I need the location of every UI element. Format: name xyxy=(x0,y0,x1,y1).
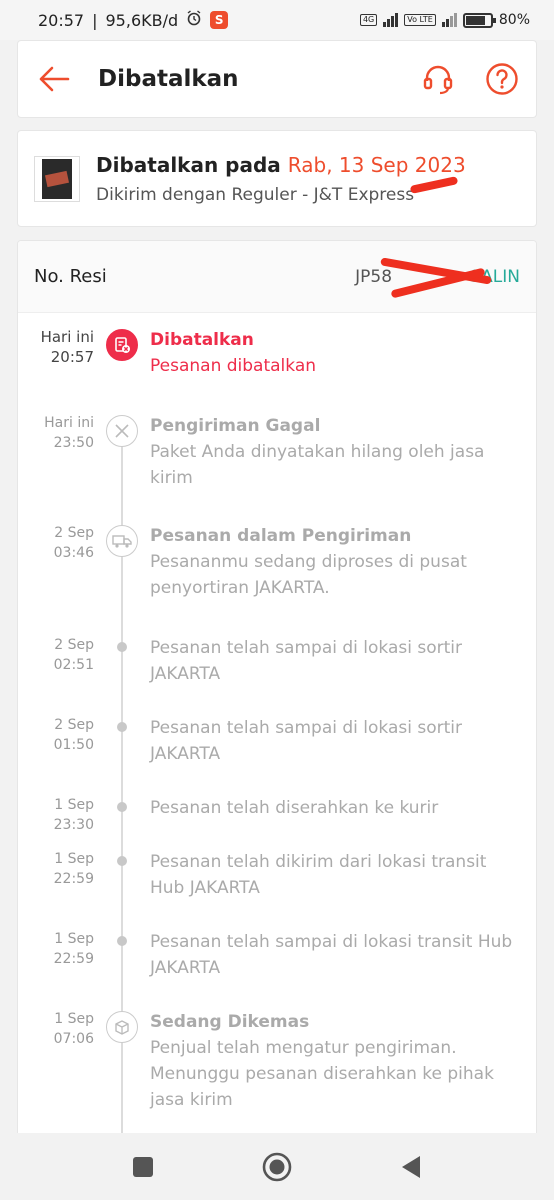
cancel-prefix: Dibatalkan pada xyxy=(96,152,281,177)
event-time: 22:59 xyxy=(53,951,94,967)
resi-number: JP58 xyxy=(355,266,393,287)
back-nav-button[interactable] xyxy=(393,1149,429,1185)
event-day: 1 Sep xyxy=(54,1011,94,1027)
status-bar: 20:57 | 95,6KB/d S 4G Vo LTE 80% xyxy=(0,0,554,40)
tracking-card: No. Resi JP58 SALIN Hari ini 20:57 Dibata… xyxy=(17,240,537,1140)
battery-icon xyxy=(462,12,496,28)
event-day: 2 Sep xyxy=(54,525,94,541)
chat-support-button[interactable] xyxy=(420,61,456,97)
event-day: Hari ini xyxy=(44,415,94,431)
home-button[interactable] xyxy=(259,1149,295,1185)
timeline-dot xyxy=(117,802,127,812)
shopee-notification-icon: S xyxy=(210,11,229,29)
timeline-dot xyxy=(117,722,127,732)
cancel-date: Rab, 13 Sep 2023 xyxy=(287,152,466,177)
system-nav-bar xyxy=(0,1133,554,1200)
event-time: 20:57 xyxy=(50,348,94,366)
event-time: 23:50 xyxy=(53,435,94,451)
status-divider: | xyxy=(92,10,98,30)
status-net-speed: 95,6KB/d xyxy=(105,10,179,30)
event-day: 1 Sep xyxy=(54,797,94,813)
package-icon xyxy=(106,1011,138,1043)
event-time: 07:06 xyxy=(53,1031,94,1047)
triangle-back-icon xyxy=(402,1155,420,1178)
signal-2-icon xyxy=(441,13,457,27)
app-header: Dibatalkan xyxy=(17,40,537,118)
event-day: Hari ini xyxy=(40,328,94,346)
event-title: Pengiriman Gagal xyxy=(150,416,321,436)
battery-percent: 80% xyxy=(498,12,530,28)
alarm-icon xyxy=(186,10,202,30)
event-time: 22:59 xyxy=(53,871,94,887)
event-title: Dibatalkan xyxy=(150,330,254,350)
timeline-dot xyxy=(117,642,127,652)
event-time: 02:51 xyxy=(53,657,94,673)
event-day: 1 Sep xyxy=(54,931,94,947)
event-time: 03:46 xyxy=(53,545,94,561)
timeline-dot xyxy=(117,936,127,946)
event-desc: Pesanan telah sampai di lokasi sortir JA… xyxy=(150,638,462,684)
event-desc: Pesanan telah sampai di lokasi sortir JA… xyxy=(150,718,462,764)
event-desc: Pesanan telah dikirim dari lokasi transi… xyxy=(150,852,487,898)
event-day: 2 Sep xyxy=(54,637,94,653)
resi-row: No. Resi JP58 SALIN xyxy=(18,241,536,313)
cancel-info: Dibatalkan pada Rab, 13 Sep 2023 xyxy=(96,153,466,177)
cancel-doc-icon xyxy=(106,329,138,361)
event-desc: Pesanan telah sampai di lokasi transit H… xyxy=(150,932,513,978)
signal-icon xyxy=(383,13,399,27)
timeline-dot xyxy=(117,856,127,866)
event-desc: Pesananmu sedang diproses di pusat penyo… xyxy=(150,552,467,598)
arrow-left-icon xyxy=(39,66,70,92)
x-circle-icon xyxy=(106,415,138,447)
event-title: Sedang Dikemas xyxy=(150,1012,310,1032)
order-summary-card[interactable]: Dibatalkan pada Rab, 13 Sep 2023 Dikirim… xyxy=(17,130,537,227)
page-title: Dibatalkan xyxy=(98,66,239,92)
recent-apps-button[interactable] xyxy=(125,1149,161,1185)
question-circle-icon xyxy=(486,63,518,95)
event-day: 1 Sep xyxy=(54,851,94,867)
resi-label: No. Resi xyxy=(34,266,107,287)
event-desc: Penjual telah mengatur pengiriman. Menun… xyxy=(150,1038,494,1110)
status-time: 20:57 xyxy=(38,10,85,30)
volte-label: Vo LTE xyxy=(404,14,436,26)
event-desc: Pesanan telah diserahkan ke kurir xyxy=(150,798,439,818)
event-desc: Paket Anda dinyatakan hilang oleh jasa k… xyxy=(150,442,485,488)
product-thumbnail xyxy=(34,155,80,202)
headset-icon xyxy=(423,65,453,95)
truck-icon xyxy=(106,525,138,557)
square-icon xyxy=(133,1156,153,1177)
event-desc: Pesanan dibatalkan xyxy=(150,356,317,376)
event-title: Pesanan dalam Pengiriman xyxy=(150,526,412,546)
help-button[interactable] xyxy=(484,61,520,97)
back-button[interactable] xyxy=(34,59,74,99)
network-4g-label: 4G xyxy=(359,14,378,26)
event-day: 2 Sep xyxy=(54,717,94,733)
event-time: 01:50 xyxy=(53,737,94,753)
home-circle-icon xyxy=(262,1152,292,1181)
event-time: 23:30 xyxy=(53,817,94,833)
